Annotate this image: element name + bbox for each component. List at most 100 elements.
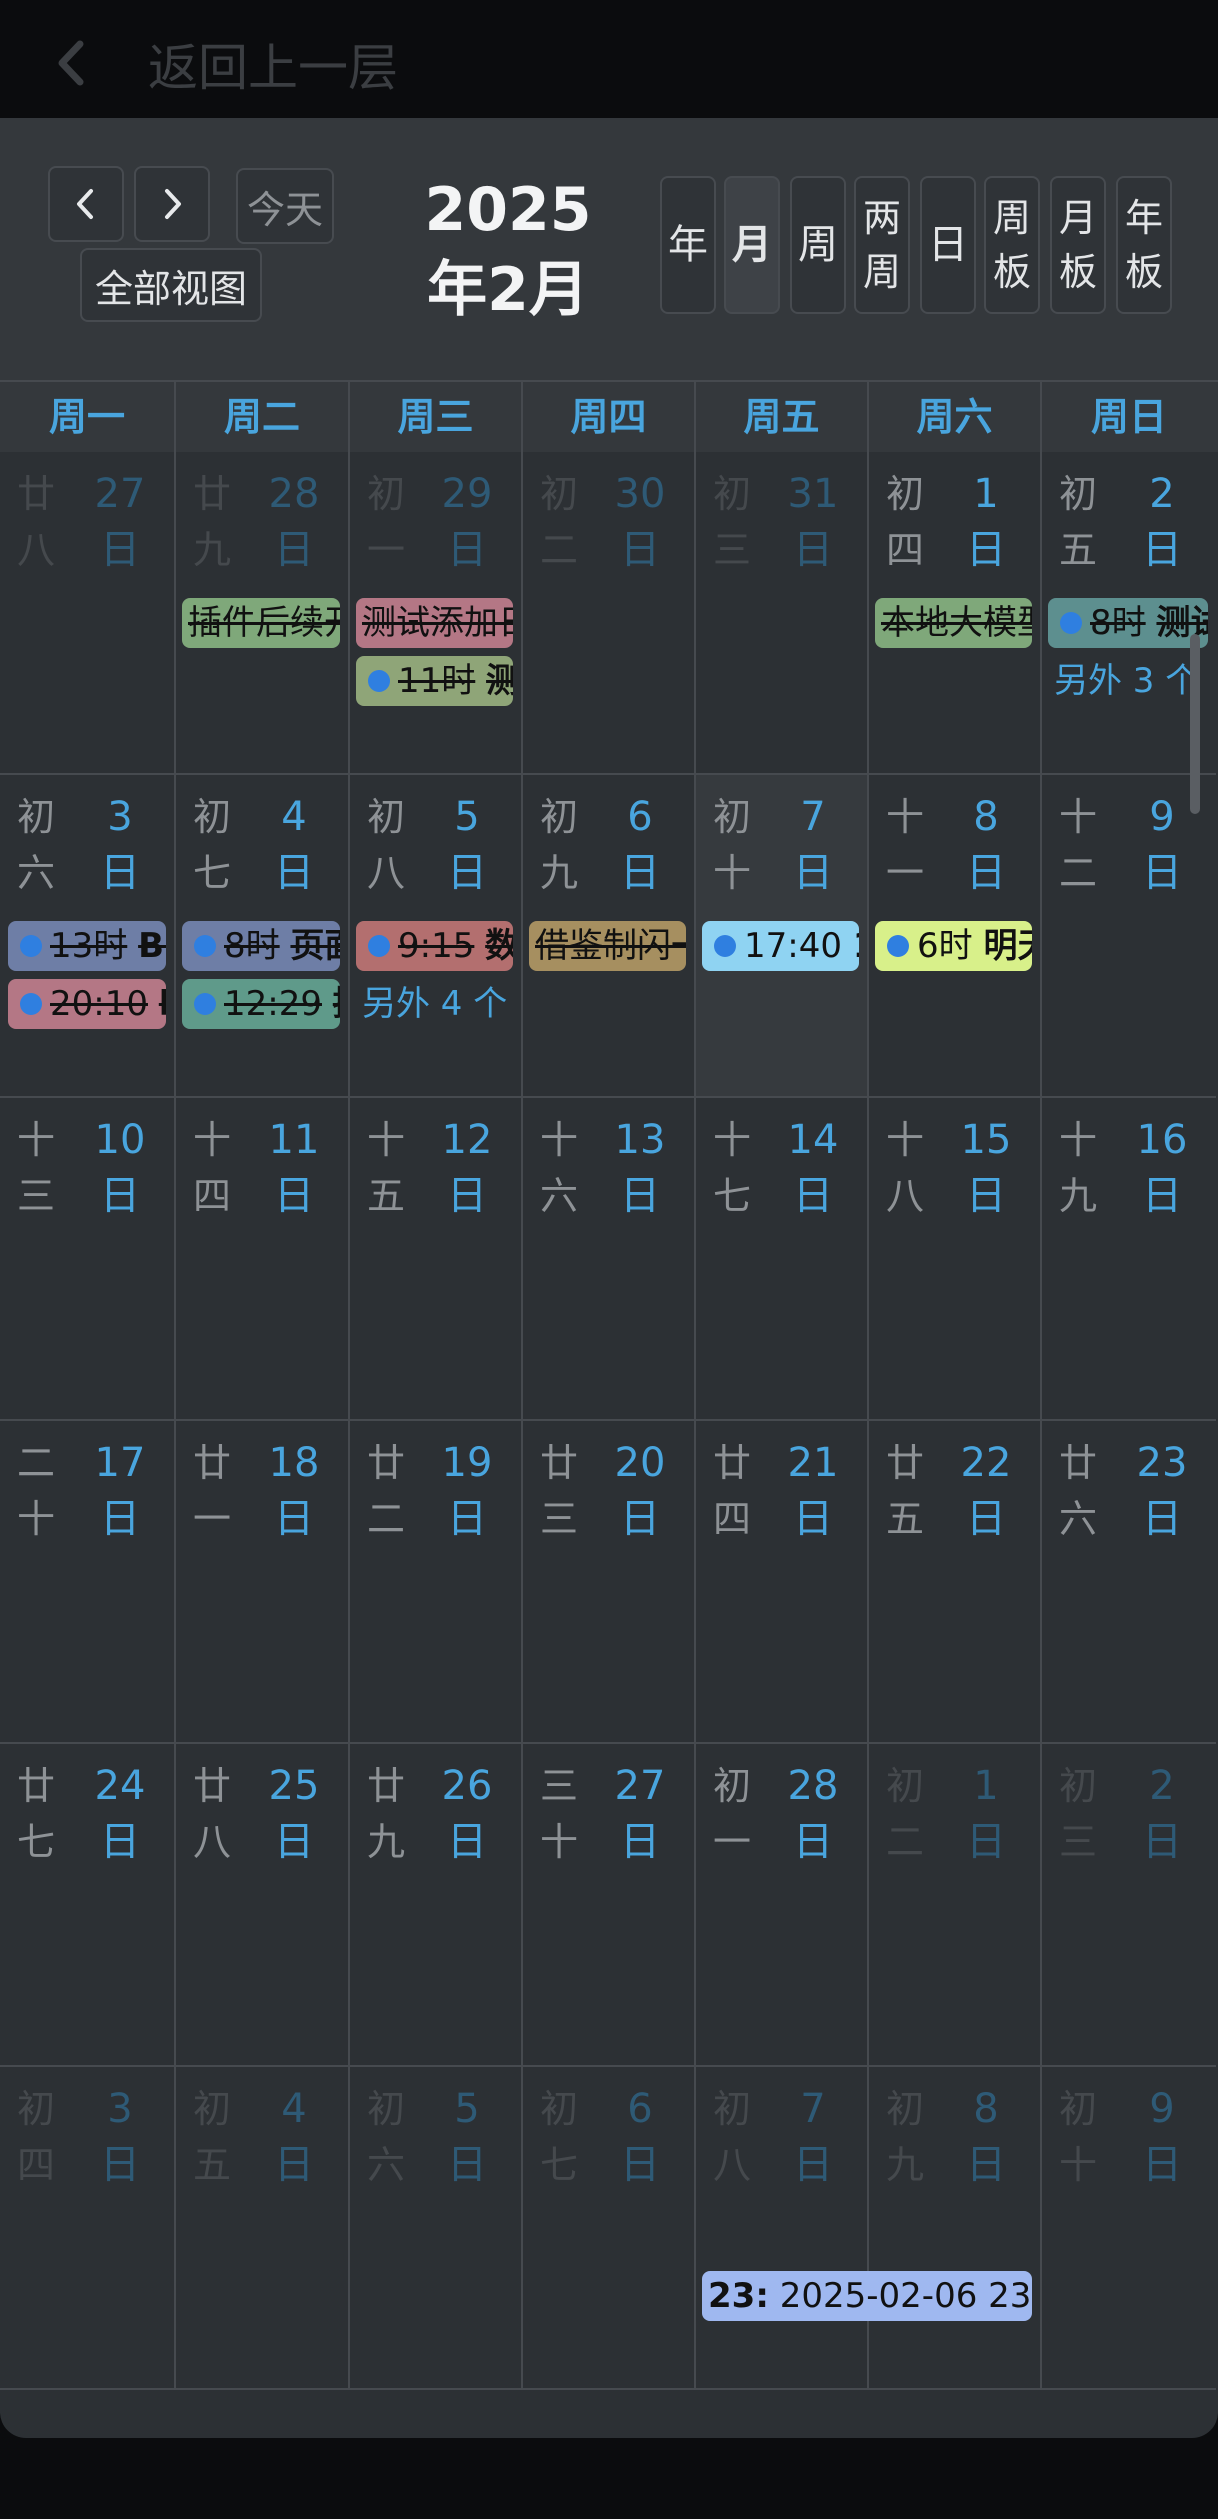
- event-time: 6时: [917, 926, 973, 966]
- day-cell[interactable]: 廿六 23 日: [1040, 1421, 1216, 1744]
- calendar-event[interactable]: 本地大模型: [875, 598, 1032, 648]
- day-cell[interactable]: 廿八 27 日: [0, 452, 174, 775]
- day-cell[interactable]: 十二 9 日: [1040, 775, 1216, 1098]
- scrollbar[interactable]: [1190, 634, 1200, 814]
- event-dot-icon: [194, 992, 216, 1015]
- today-button[interactable]: 今天: [236, 168, 334, 244]
- lunar-date: 初一: [366, 472, 405, 572]
- day-number: 3日: [80, 2081, 160, 2193]
- day-cell[interactable]: 十六 13 日: [521, 1098, 694, 1421]
- day-unit: 日: [100, 527, 140, 573]
- day-cell[interactable]: 初六 5 日: [348, 2067, 521, 2390]
- day-unit: 日: [620, 850, 660, 896]
- day-cell[interactable]: 初九 8 日: [867, 2067, 1040, 2390]
- day-unit: 日: [447, 1496, 487, 1542]
- day-cell[interactable]: 初二 30 日: [521, 452, 694, 775]
- event-title: 1: [853, 926, 859, 966]
- weekday-2: 周三: [348, 382, 521, 452]
- calendar-event[interactable]: 12:29 提: [182, 979, 340, 1029]
- day-cell[interactable]: 初十 9 日: [1040, 2067, 1216, 2390]
- calendar-event[interactable]: 插件后续开: [182, 598, 340, 648]
- lunar-date: 十八: [885, 1118, 924, 1218]
- day-cell[interactable]: 初一 28 日: [694, 1744, 867, 2067]
- day-cell[interactable]: 三十 27 日: [521, 1744, 694, 2067]
- calendar-event[interactable]: 23: 2025-02-06 23:: [702, 2271, 1032, 2321]
- event-title: 页面: [290, 926, 340, 966]
- view-button-1[interactable]: 月: [724, 176, 780, 314]
- day-number: 5日: [427, 789, 507, 901]
- day-number: 7日: [773, 2081, 853, 2193]
- calendar-event[interactable]: 17:40 1: [702, 921, 859, 971]
- view-button-7[interactable]: 年板: [1116, 176, 1172, 314]
- day-cell[interactable]: 初七 6 日: [521, 2067, 694, 2390]
- day-cell[interactable]: 廿九 26 日: [348, 1744, 521, 2067]
- more-events-link[interactable]: 另外 3 个: [1054, 656, 1199, 706]
- view-button-4[interactable]: 日: [920, 176, 976, 314]
- day-unit: 日: [447, 1819, 487, 1865]
- event-title: 本地大模型: [881, 603, 1032, 643]
- day-unit: 日: [274, 527, 314, 573]
- day-cell[interactable]: 廿四 21 日: [694, 1421, 867, 1744]
- day-cell[interactable]: 十九 16 日: [1040, 1098, 1216, 1421]
- day-cell[interactable]: 二十 17 日: [0, 1421, 174, 1744]
- event-title: 提: [333, 984, 340, 1024]
- calendar-event[interactable]: 13时 BUG: [8, 921, 166, 971]
- lunar-date: 初三: [712, 472, 751, 572]
- day-cell[interactable]: 廿八 25 日: [174, 1744, 348, 2067]
- day-number: 24 日: [80, 1758, 160, 1870]
- day-unit: 日: [100, 1173, 140, 1219]
- day-cell[interactable]: 十七 14 日: [694, 1098, 867, 1421]
- day-number: 27 日: [600, 1758, 680, 1870]
- view-button-3[interactable]: 两周: [854, 176, 910, 314]
- view-button-5[interactable]: 周板: [984, 176, 1040, 314]
- day-cell[interactable]: 十三 10 日: [0, 1098, 174, 1421]
- day-cell[interactable]: 初四 3 日: [0, 2067, 174, 2390]
- month-grid: 廿八 27 日廿九 28 日初一 29 日初二 30 日初三 31 日初四 1 日初五 2 日初六 3 日初七 4…: [0, 452, 1218, 2390]
- day-cell[interactable]: 十八 15 日: [867, 1098, 1040, 1421]
- view-button-0[interactable]: 年: [660, 176, 716, 314]
- day-value: 27: [94, 471, 146, 517]
- event-time: 8时: [224, 926, 280, 966]
- calendar-event[interactable]: 借鉴制闪一: [529, 921, 686, 971]
- weekday-1: 周二: [174, 382, 348, 452]
- back-label[interactable]: 返回上一层: [148, 38, 398, 98]
- day-cell[interactable]: 廿七 24 日: [0, 1744, 174, 2067]
- day-unit: 日: [447, 850, 487, 896]
- view-button-2[interactable]: 周: [790, 176, 846, 314]
- day-cell[interactable]: 十五 12 日: [348, 1098, 521, 1421]
- day-number: 10 日: [80, 1112, 160, 1224]
- lunar-date: 初六: [16, 795, 55, 895]
- next-month-button[interactable]: [134, 166, 210, 242]
- day-number: 26 日: [427, 1758, 507, 1870]
- day-cell[interactable]: 初三 2 日: [1040, 1744, 1216, 2067]
- calendar-event[interactable]: 6时 明天: [875, 921, 1032, 971]
- calendar-event[interactable]: 20:10 b: [8, 979, 166, 1029]
- day-cell[interactable]: 初八 7 日: [694, 2067, 867, 2390]
- all-view-button[interactable]: 全部视图: [80, 248, 262, 322]
- lunar-date: 初五: [192, 2087, 231, 2187]
- day-cell[interactable]: 初二 1 日: [867, 1744, 1040, 2067]
- calendar-event[interactable]: 8时 页面: [182, 921, 340, 971]
- day-unit: 日: [274, 2142, 314, 2188]
- calendar-event[interactable]: 11时 测: [356, 656, 513, 706]
- calendar-event[interactable]: 8时 测试: [1048, 598, 1208, 648]
- calendar-event[interactable]: 测试添加日: [356, 598, 513, 648]
- prev-month-button[interactable]: [48, 166, 124, 242]
- day-cell[interactable]: 廿二 19 日: [348, 1421, 521, 1744]
- more-events-link[interactable]: 另外 4 个: [362, 979, 507, 1029]
- event-title: BUG: [138, 926, 166, 966]
- day-cell[interactable]: 廿三 20 日: [521, 1421, 694, 1744]
- day-cell[interactable]: 十四 11 日: [174, 1098, 348, 1421]
- view-button-6[interactable]: 月板: [1050, 176, 1106, 314]
- day-cell[interactable]: 初三 31 日: [694, 452, 867, 775]
- day-value: 3: [107, 2086, 133, 2132]
- day-cell[interactable]: 廿一 18 日: [174, 1421, 348, 1744]
- lunar-date: 廿八: [16, 472, 55, 572]
- view-button-label: 月板: [1058, 196, 1097, 294]
- day-cell[interactable]: 初五 4 日: [174, 2067, 348, 2390]
- day-cell[interactable]: 廿五 22 日: [867, 1421, 1040, 1744]
- lunar-date: 廿五: [885, 1441, 924, 1541]
- day-number: 12 日: [427, 1112, 507, 1224]
- calendar-event[interactable]: 9:15 数据: [356, 921, 513, 971]
- chevron-left-icon[interactable]: [48, 38, 98, 88]
